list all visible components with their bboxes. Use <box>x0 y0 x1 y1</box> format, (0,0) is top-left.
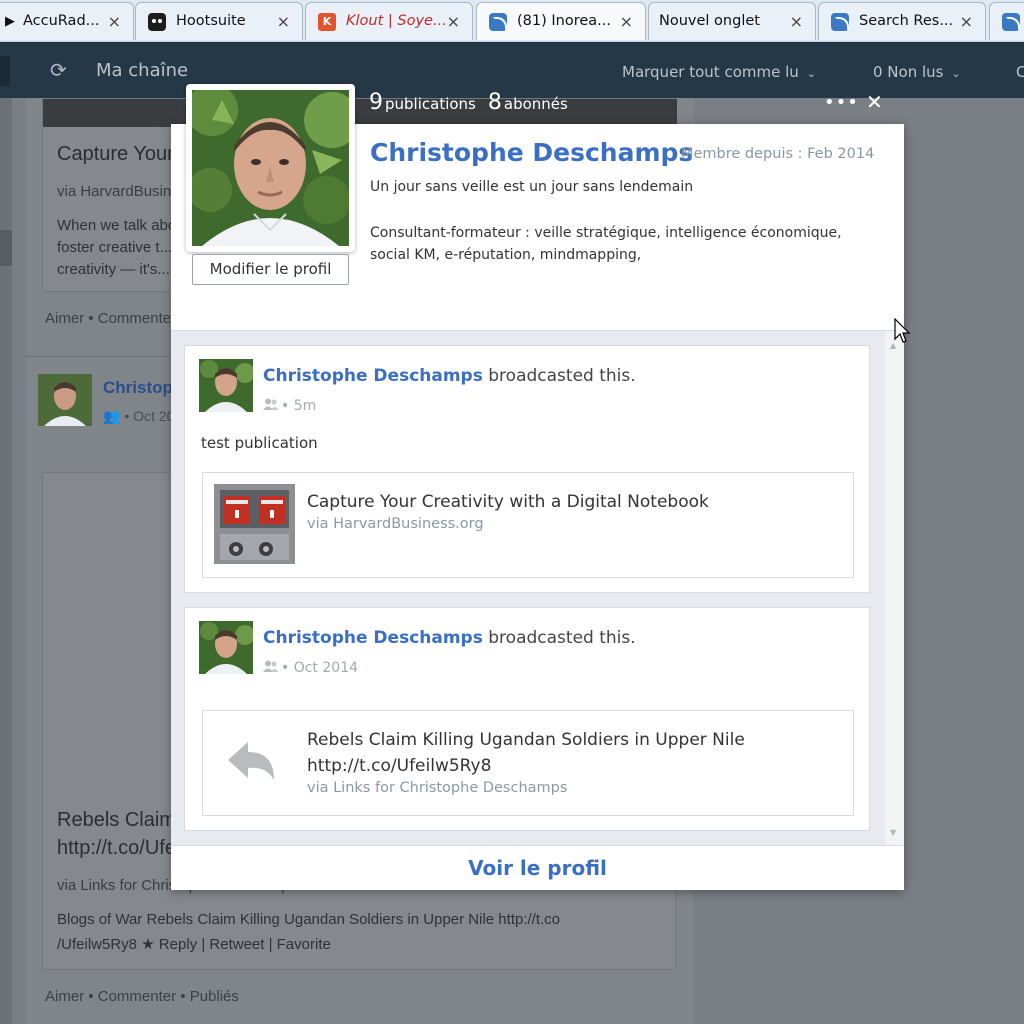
tab-title: AccuRad... <box>23 13 100 29</box>
profile-footer: Voir le profil <box>171 845 904 890</box>
avatar[interactable] <box>38 374 92 426</box>
more-options-icon[interactable]: ••• <box>824 92 859 113</box>
article-body-line: Blogs of War Rebels Claim Killing Uganda… <box>57 911 561 928</box>
post-meta: • 5m <box>263 398 316 414</box>
mark-all-read-label: Marquer tout comme lu <box>622 63 799 81</box>
rss-icon <box>1002 13 1020 31</box>
article-thumbnail <box>214 484 295 564</box>
publications-label: publications <box>385 95 476 113</box>
group-icon <box>263 660 281 676</box>
browser-tab-search-results[interactable]: Search Res... × <box>818 2 986 40</box>
browser-tab-inoreader[interactable]: (81) Inorea... × <box>476 2 646 40</box>
view-profile-link[interactable]: Voir le profil <box>468 856 607 880</box>
browser-tab-new-tab[interactable]: Nouvel onglet × <box>648 2 816 40</box>
tab-title: Klout | Soye... <box>346 13 446 29</box>
tab-title: Nouvel onglet <box>659 13 760 29</box>
refresh-icon[interactable]: ⟳ <box>50 58 67 82</box>
unread-filter-label: 0 Non lus <box>873 63 944 81</box>
chevron-down-icon: ⌄ <box>951 67 961 80</box>
shared-article-source: via Links for Christophe Deschamps <box>307 780 568 796</box>
profile-photo <box>192 90 349 246</box>
chevron-down-icon: ⌄ <box>806 67 816 80</box>
article-body-line: /Ufeilw5Ry8 ★ Reply | Retweet | Favorite <box>57 936 331 953</box>
article-title-line[interactable]: Rebels Claim Killing Ugandan Soldiers in… <box>57 809 172 832</box>
post-author-link[interactable]: Christophe Deschamps <box>103 378 171 398</box>
shared-article-title[interactable]: Rebels Claim Killing Ugandan Soldiers in… <box>307 727 827 779</box>
post-meta: • Oct 2014 <box>263 660 358 676</box>
background-sidebar <box>0 98 12 1024</box>
close-tab-icon[interactable]: × <box>108 12 121 31</box>
tab-title: Hootsuite <box>176 13 246 29</box>
group-icon <box>263 398 281 414</box>
post-headline: Christophe Deschamps broadcasted this. <box>263 628 636 648</box>
post-action-text: broadcasted this. <box>488 628 636 648</box>
post-author-link[interactable]: Christophe Deschamps <box>263 628 483 648</box>
browser-tab-klout[interactable]: K Klout | Soye... × <box>305 2 473 40</box>
tab-title: (81) Inorea... <box>517 13 611 29</box>
article-body-line: When we talk about... <box>57 217 187 234</box>
post-headline: Christophe Deschamps broadcasted this. <box>263 366 636 386</box>
feed-post: Christophe Deschamps broadcasted this. •… <box>184 607 870 831</box>
article-title-line[interactable]: http://t.co/Ufeilw5Ry8 <box>57 837 172 860</box>
profile-tagline: Un jour sans veille est un jour sans len… <box>370 179 694 195</box>
post-author-link[interactable]: Christophe Deschamps <box>263 366 483 386</box>
rss-icon <box>489 13 507 31</box>
shared-article-card[interactable]: Rebels Claim Killing Ugandan Soldiers in… <box>202 710 854 816</box>
close-tab-icon[interactable]: × <box>620 12 633 31</box>
profile-stats: 9 publications 8 abonnés <box>369 90 568 115</box>
close-tab-icon[interactable]: × <box>277 12 290 31</box>
group-icon: 👥 <box>103 408 121 424</box>
subscribers-count: 8 <box>487 90 502 115</box>
article-image <box>43 99 677 127</box>
rss-icon <box>831 13 849 31</box>
menu-toggle[interactable] <box>0 56 10 86</box>
avatar[interactable] <box>199 359 253 412</box>
channel-title: Ma chaîne <box>96 60 189 81</box>
profile-bio: Consultant-formateur : veille stratégiqu… <box>370 225 842 263</box>
shared-article-card[interactable]: Capture Your Creativity with a Digital N… <box>202 472 854 578</box>
klout-icon: K <box>318 13 336 31</box>
subscribers-label: abonnés <box>503 95 568 113</box>
tab-title: Search Res... <box>859 13 954 29</box>
hootsuite-owl-icon <box>148 13 166 31</box>
header-overflow-item[interactable]: C <box>1016 63 1024 81</box>
post-time: Oct 2014 <box>293 660 359 676</box>
profile-name: Christophe Deschamps <box>370 138 694 167</box>
mouse-cursor-icon <box>894 317 911 348</box>
browser-tab-accuradio[interactable]: ▶ AccuRad... × <box>0 2 134 40</box>
browser-tab-strip: ▶ AccuRad... × Hootsuite × K Klout | Soy… <box>0 0 1024 42</box>
post-time: 👥 • Oct 2014 <box>103 408 171 424</box>
close-tab-icon[interactable]: × <box>960 12 973 31</box>
feed-post: Christophe Deschamps broadcasted this. •… <box>184 345 870 593</box>
avatar[interactable] <box>199 621 253 674</box>
edit-profile-button[interactable]: Modifier le profil <box>192 254 349 285</box>
close-tab-icon[interactable]: × <box>447 12 460 31</box>
mark-all-read-button[interactable]: Marquer tout comme lu ⌄ <box>622 63 816 81</box>
browser-tab-overflow[interactable] <box>989 2 1024 40</box>
publications-count: 9 <box>369 90 383 115</box>
scroll-down-arrow-icon[interactable]: ▼ <box>890 828 896 837</box>
article-body-line: creativity — it's... <box>57 261 170 278</box>
shared-article-title[interactable]: Capture Your Creativity with a Digital N… <box>307 489 827 515</box>
browser-tab-hootsuite[interactable]: Hootsuite × <box>135 2 303 40</box>
close-tab-icon[interactable]: × <box>790 12 803 31</box>
post-text: test publication <box>201 434 318 452</box>
play-icon: ▶ <box>5 14 15 29</box>
article-actions[interactable]: Aimer • Commenter • Publiés <box>45 988 239 1005</box>
reply-arrow-icon <box>214 722 295 802</box>
shared-article-source: via HarvardBusiness.org <box>307 516 484 532</box>
article-actions[interactable]: Aimer • Commenter • Publiés <box>45 310 170 327</box>
post-time: 5m <box>293 398 317 414</box>
close-icon[interactable]: ✕ <box>866 90 883 114</box>
post-action-text: broadcasted this. <box>488 366 636 386</box>
member-since: Membre depuis : Feb 2014 <box>681 146 875 162</box>
feed-scrollbar[interactable]: ▲ ▼ <box>885 331 904 845</box>
unread-filter-button[interactable]: 0 Non lus ⌄ <box>873 63 961 81</box>
article-body-line: foster creative t... <box>57 239 173 256</box>
profile-feed: Christophe Deschamps broadcasted this. •… <box>171 330 904 845</box>
